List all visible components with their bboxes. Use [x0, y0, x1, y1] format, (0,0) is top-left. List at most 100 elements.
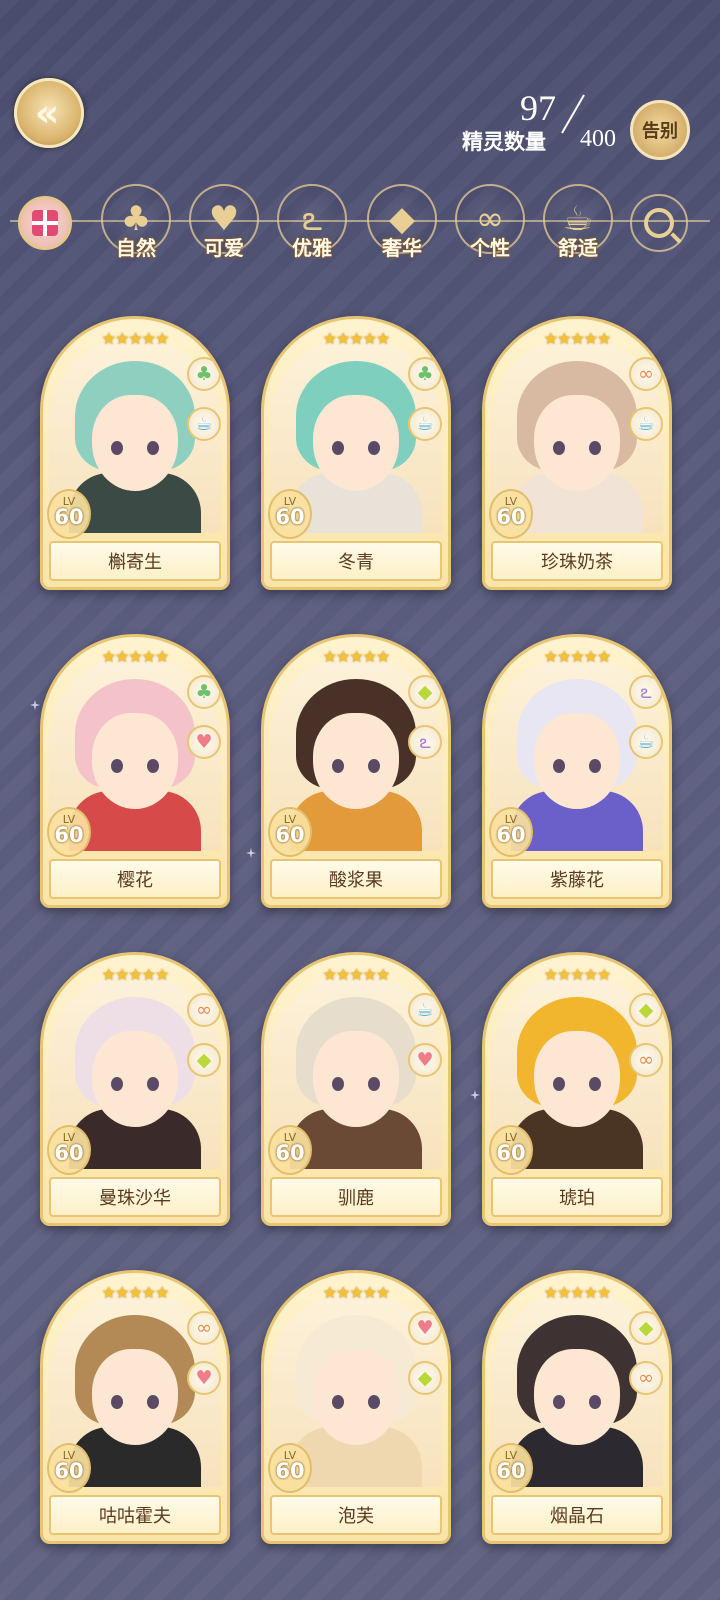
- eye: [553, 1077, 565, 1091]
- level-value: 60: [275, 823, 305, 847]
- level-badge: LV 60: [489, 489, 533, 539]
- eye: [553, 759, 565, 773]
- level-value: 60: [496, 505, 526, 529]
- eye: [111, 1395, 123, 1409]
- eye: [368, 759, 380, 773]
- back-button[interactable]: «: [14, 78, 84, 148]
- sprite-card[interactable]: ★★★★★ ♥ ◆ LV 60 泡芙: [261, 1270, 451, 1544]
- sprite-card[interactable]: ★★★★★ ∞ ♥ LV 60 咕咕霍夫: [40, 1270, 230, 1544]
- level-value: 60: [496, 1459, 526, 1483]
- sprite-name: 琥珀: [491, 1177, 663, 1217]
- eye: [589, 1077, 601, 1091]
- face: [313, 713, 399, 809]
- sprite-card[interactable]: ★★★★★ ◆ ఽ LV 60 酸浆果: [261, 634, 451, 908]
- level-value: 60: [275, 1141, 305, 1165]
- sparkle-icon: [246, 848, 256, 858]
- face: [92, 1031, 178, 1127]
- sprite-card[interactable]: ★★★★★ ♣ ♥ LV 60 樱花: [40, 634, 230, 908]
- level-badge: LV 60: [489, 1125, 533, 1175]
- sprite-name: 紫藤花: [491, 859, 663, 899]
- eye: [111, 759, 123, 773]
- eye: [147, 1077, 159, 1091]
- filter-label: 可爱: [204, 236, 244, 260]
- star-rating: ★★★★★: [101, 1283, 170, 1302]
- sprite-name: 樱花: [49, 859, 221, 899]
- filter-label: 舒适: [558, 236, 598, 260]
- glasses-icon: ∞: [187, 993, 221, 1027]
- filter-diamond[interactable]: ◆ 奢华: [364, 184, 440, 270]
- face: [534, 395, 620, 491]
- sprite-name: 曼珠沙华: [49, 1177, 221, 1217]
- star-rating: ★★★★★: [101, 647, 170, 666]
- glasses-icon: ∞: [629, 1043, 663, 1077]
- face: [92, 713, 178, 809]
- level-badge: LV 60: [47, 489, 91, 539]
- filter-label: 优雅: [292, 236, 332, 260]
- filter-label: 自然: [116, 236, 156, 260]
- sprite-name: 泡芙: [270, 1495, 442, 1535]
- face: [534, 1349, 620, 1445]
- level-badge: LV 60: [268, 489, 312, 539]
- sprite-card[interactable]: ★★★★★ ◆ ∞ LV 60 烟晶石: [482, 1270, 672, 1544]
- sprite-card[interactable]: ★★★★★ ∞ ☕ LV 60 珍珠奶茶: [482, 316, 672, 590]
- level-value: 60: [496, 823, 526, 847]
- clover-icon: ♣: [187, 675, 221, 709]
- sprite-name: 槲寄生: [49, 541, 221, 581]
- eye: [147, 759, 159, 773]
- eye: [147, 441, 159, 455]
- teacup-icon: ☕: [629, 725, 663, 759]
- count-max: 400: [580, 126, 616, 152]
- gift-button[interactable]: [18, 196, 72, 250]
- level-badge: LV 60: [47, 807, 91, 857]
- heart-icon: ♥: [408, 1043, 442, 1077]
- face: [534, 713, 620, 809]
- level-value: 60: [54, 1141, 84, 1165]
- diamond-icon: ◆: [408, 675, 442, 709]
- sprite-card[interactable]: ★★★★★ ఽ ☕ LV 60 紫藤花: [482, 634, 672, 908]
- search-button[interactable]: [630, 194, 688, 252]
- level-badge: LV 60: [268, 1125, 312, 1175]
- face: [534, 1031, 620, 1127]
- sparkle-icon: [30, 700, 40, 710]
- sprite-card[interactable]: ★★★★★ ☕ ♥ LV 60 驯鹿: [261, 952, 451, 1226]
- sprite-count: 97 精灵数量 400: [416, 90, 616, 160]
- heart-icon: ♥: [187, 725, 221, 759]
- sprite-card[interactable]: ★★★★★ ∞ ◆ LV 60 曼珠沙华: [40, 952, 230, 1226]
- glasses-icon: ∞: [629, 357, 663, 391]
- filter-teacup[interactable]: ☕ 舒适: [540, 184, 616, 270]
- eye: [332, 1077, 344, 1091]
- eye: [111, 1077, 123, 1091]
- filter-heart[interactable]: ♥ 可爱: [186, 184, 262, 270]
- filter-glasses[interactable]: ∞ 个性: [452, 184, 528, 270]
- sprite-card[interactable]: ★★★★★ ♣ ☕ LV 60 槲寄生: [40, 316, 230, 590]
- face: [313, 1031, 399, 1127]
- sprite-name: 烟晶石: [491, 1495, 663, 1535]
- star-rating: ★★★★★: [101, 329, 170, 348]
- clover-icon: ♣: [187, 357, 221, 391]
- level-value: 60: [496, 1141, 526, 1165]
- star-rating: ★★★★★: [322, 329, 391, 348]
- level-badge: LV 60: [268, 1443, 312, 1493]
- level-badge: LV 60: [47, 1443, 91, 1493]
- farewell-button[interactable]: 告别: [630, 100, 690, 160]
- sparkle-icon: [470, 1090, 480, 1100]
- eye: [111, 441, 123, 455]
- eye: [589, 1395, 601, 1409]
- gift-icon: [32, 210, 58, 236]
- heart-icon: ♥: [187, 1361, 221, 1395]
- sprite-name: 冬青: [270, 541, 442, 581]
- star-rating: ★★★★★: [543, 647, 612, 666]
- face: [92, 395, 178, 491]
- sprite-card[interactable]: ★★★★★ ◆ ∞ LV 60 琥珀: [482, 952, 672, 1226]
- filter-swan[interactable]: ఽ 优雅: [274, 184, 350, 270]
- teacup-icon: ☕: [629, 407, 663, 441]
- glasses-icon: ∞: [187, 1311, 221, 1345]
- trait-filter-bar: ♣ 自然 ♥ 可爱 ఽ 优雅 ◆ 奢华 ∞ 个性 ☕ 舒适: [0, 180, 720, 270]
- level-badge: LV 60: [268, 807, 312, 857]
- filter-clover[interactable]: ♣ 自然: [98, 184, 174, 270]
- diamond-icon: ◆: [408, 1361, 442, 1395]
- sprite-card[interactable]: ★★★★★ ♣ ☕ LV 60 冬青: [261, 316, 451, 590]
- sprite-name: 珍珠奶茶: [491, 541, 663, 581]
- eye: [589, 441, 601, 455]
- farewell-label: 告别: [642, 121, 678, 142]
